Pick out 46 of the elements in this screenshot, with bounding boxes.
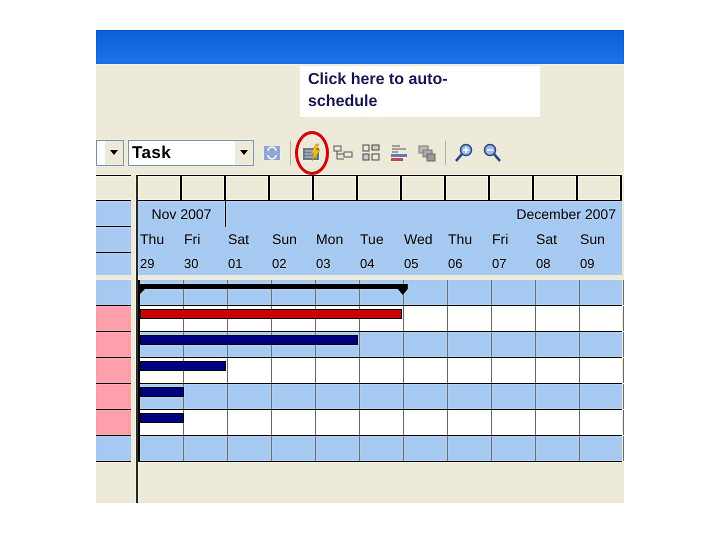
- weekday-label: Thu: [448, 231, 472, 247]
- zoom-in-icon[interactable]: [454, 142, 474, 162]
- zoom-out-icon[interactable]: [482, 142, 502, 162]
- view-dropdown-value: Task: [131, 142, 172, 164]
- task-row-header[interactable]: [96, 332, 131, 358]
- date-label: 06: [448, 256, 462, 271]
- date-label: 02: [272, 256, 286, 271]
- month-label: Nov 2007: [152, 204, 212, 224]
- task-row-header[interactable]: [96, 358, 131, 384]
- hierarchy-icon[interactable]: [361, 142, 381, 162]
- weekday-label: Sat: [228, 231, 250, 247]
- lightning-table-icon[interactable]: [302, 142, 322, 162]
- tree-diagram-icon[interactable]: [333, 142, 353, 162]
- list-bars-icon[interactable]: [389, 142, 409, 162]
- critical-task-bar[interactable]: [140, 309, 402, 319]
- weekday-label: Sat: [536, 231, 558, 247]
- date-label: 08: [536, 256, 550, 271]
- weekday-label: Mon: [316, 231, 344, 247]
- weekday-label: Tue: [360, 231, 384, 247]
- date-label: 29: [140, 256, 154, 271]
- weekday-label: Fri: [492, 231, 508, 247]
- month-label: December 2007: [516, 204, 616, 224]
- date-label: 01: [228, 256, 242, 271]
- task-row-header[interactable]: [96, 410, 131, 436]
- date-label: 07: [492, 256, 506, 271]
- task-row-header[interactable]: [96, 306, 131, 332]
- weekday-label: Fri: [184, 231, 200, 247]
- date-label: 30: [184, 256, 198, 271]
- task-row-header[interactable]: [96, 280, 131, 306]
- callout-text: Click here to auto-schedule: [308, 70, 449, 112]
- date-label: 05: [404, 256, 418, 271]
- date-label: 04: [360, 256, 374, 271]
- stacked-windows-icon[interactable]: [417, 142, 437, 162]
- weekday-label: Thu: [140, 231, 164, 247]
- task-row-header[interactable]: [96, 384, 131, 410]
- view-dropdown[interactable]: Task: [128, 140, 254, 166]
- weekday-label: Wed: [404, 231, 433, 247]
- weekday-label: Sun: [272, 231, 297, 247]
- task-row-header[interactable]: [96, 436, 131, 462]
- filter-dropdown[interactable]: [96, 140, 124, 166]
- date-label: 03: [316, 256, 330, 271]
- weekday-label: Sun: [580, 231, 605, 247]
- column-header-cell: [96, 227, 131, 253]
- column-header-cell: [96, 253, 131, 275]
- column-header-cell: [96, 201, 131, 227]
- date-label: 09: [580, 256, 594, 271]
